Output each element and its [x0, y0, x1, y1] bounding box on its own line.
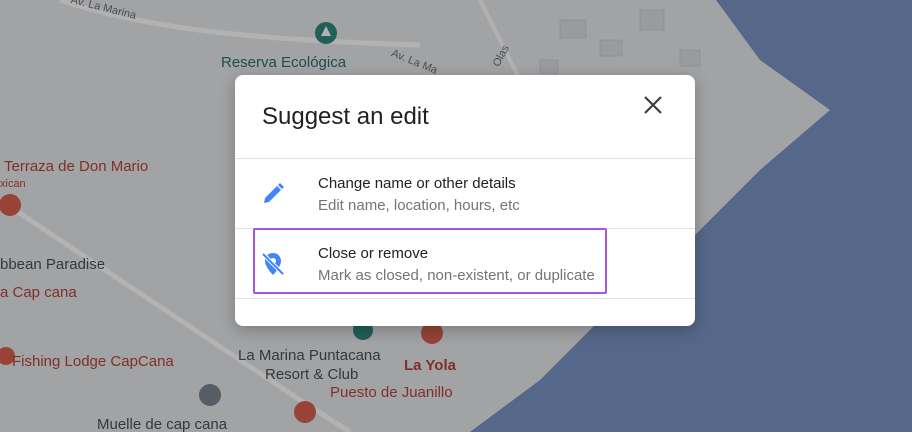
dialog-title: Suggest an edit: [262, 103, 429, 130]
option-title: Change name or other details: [318, 175, 516, 192]
divider: [235, 298, 695, 299]
suggest-edit-dialog: Suggest an edit Change name or other det…: [235, 75, 695, 326]
option-subtitle: Edit name, location, hours, etc: [318, 197, 520, 214]
selection-highlight: [253, 228, 607, 294]
pencil-icon: [264, 183, 284, 203]
close-button[interactable]: [637, 89, 669, 121]
change-details-option[interactable]: Change name or other details Edit name, …: [235, 159, 695, 229]
close-icon: [644, 96, 662, 114]
